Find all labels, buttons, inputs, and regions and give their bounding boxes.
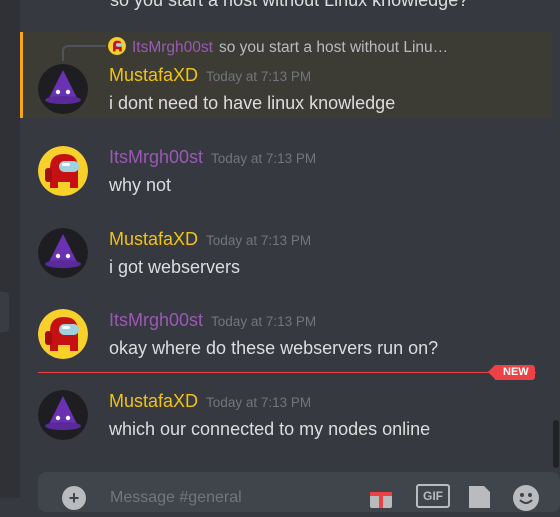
overflow-message-text: so you start a host without Linux knowle… bbox=[110, 0, 469, 10]
wizard-avatar[interactable] bbox=[38, 390, 88, 440]
wizard-avatar[interactable] bbox=[38, 64, 88, 114]
message-text: why not bbox=[109, 175, 172, 195]
sticker-icon[interactable] bbox=[466, 484, 492, 513]
message-header: MustafaXD Today at 7:13 PM bbox=[109, 391, 311, 412]
message-header: MustafaXD Today at 7:13 PM bbox=[109, 65, 311, 86]
username[interactable]: MustafaXD bbox=[109, 391, 198, 411]
message: ItsMrgh00st Today at 7:13 PM why not bbox=[20, 140, 552, 200]
timestamp: Today at 7:13 PM bbox=[206, 395, 312, 410]
message-text: okay where do these webservers run on? bbox=[109, 338, 439, 358]
scrollbar[interactable] bbox=[552, 0, 560, 470]
username[interactable]: ItsMrgh00st bbox=[109, 147, 203, 167]
username[interactable]: MustafaXD bbox=[109, 229, 198, 249]
message: ItsMrgh00st Today at 7:13 PM okay where d… bbox=[20, 303, 552, 363]
timestamp: Today at 7:13 PM bbox=[211, 314, 317, 329]
message-input[interactable] bbox=[108, 486, 352, 510]
timestamp: Today at 7:13 PM bbox=[206, 69, 312, 84]
scrollbar-thumb[interactable] bbox=[553, 420, 559, 468]
message-header: ItsMrgh00st Today at 7:13 PM bbox=[109, 310, 316, 331]
message-header: MustafaXD Today at 7:13 PM bbox=[109, 229, 311, 250]
gif-button[interactable]: GIF bbox=[416, 484, 450, 508]
wizard-avatar[interactable] bbox=[38, 228, 88, 278]
username[interactable]: ItsMrgh00st bbox=[109, 310, 203, 330]
message: MustafaXD Today at 7:13 PM i got webserve… bbox=[20, 222, 552, 282]
timestamp: Today at 7:13 PM bbox=[211, 151, 317, 166]
message-header: ItsMrgh00st Today at 7:13 PM bbox=[109, 147, 316, 168]
emoji-icon[interactable] bbox=[512, 484, 540, 517]
message: MustafaXD Today at 7:13 PM which our conn… bbox=[20, 384, 552, 444]
message: MustafaXD Today at 7:13 PM i dont need to… bbox=[20, 32, 552, 118]
message-text: which our connected to my nodes online bbox=[109, 419, 431, 439]
message-text: i got webservers bbox=[109, 257, 241, 277]
new-messages-divider bbox=[38, 372, 536, 373]
message-text: i dont need to have linux knowledge bbox=[109, 93, 396, 113]
crewmate-avatar[interactable] bbox=[38, 309, 88, 359]
server-sidebar-edge bbox=[0, 0, 20, 498]
timestamp: Today at 7:13 PM bbox=[206, 233, 312, 248]
gift-icon[interactable] bbox=[368, 484, 394, 513]
new-badge: NEW bbox=[488, 365, 535, 380]
upload-plus-icon[interactable]: + bbox=[62, 486, 86, 510]
username[interactable]: MustafaXD bbox=[109, 65, 198, 85]
crewmate-avatar[interactable] bbox=[38, 146, 88, 196]
sidebar-selection-notch bbox=[0, 292, 9, 332]
message-composer: + GIF bbox=[38, 472, 560, 512]
